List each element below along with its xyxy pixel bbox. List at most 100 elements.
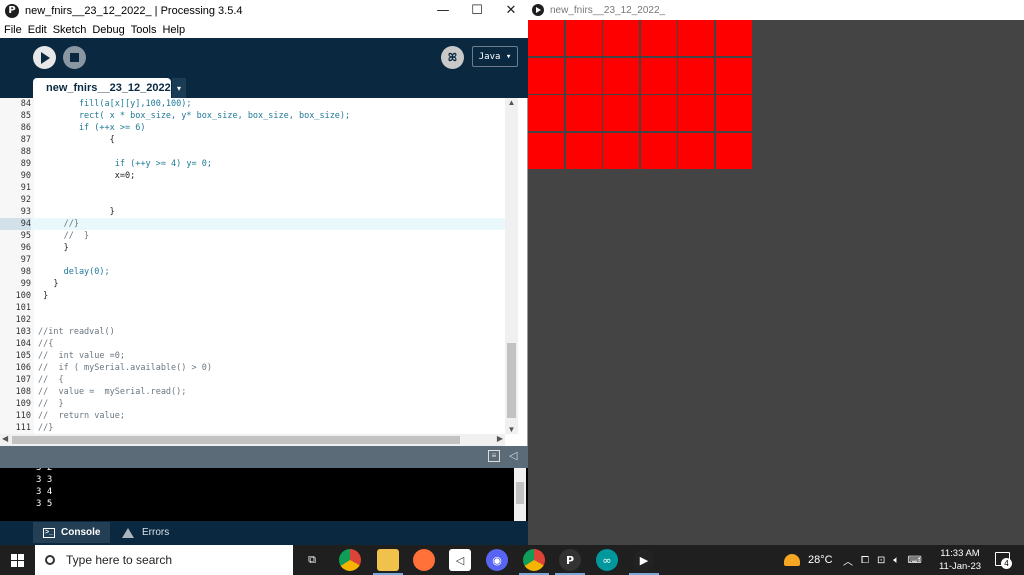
code-line[interactable]: 96 } [0, 242, 505, 254]
editor-vertical-scrollbar[interactable]: ▲ ▼ [505, 98, 518, 434]
code-line[interactable]: 87 { [0, 134, 505, 146]
clear-console-icon[interactable]: ≡ [488, 450, 500, 462]
chevron-up-icon[interactable]: ︿ [843, 553, 853, 568]
collapse-console-icon[interactable]: ◁ [509, 449, 517, 462]
code-editor[interactable]: 84 fill(a[x][y],100,100); 85 rect( x * bo… [0, 98, 518, 434]
processing-icon[interactable]: P [555, 549, 585, 575]
code-line[interactable]: 98 delay(0); [0, 266, 505, 278]
menu-edit[interactable]: Edit [28, 24, 47, 36]
menu-sketch[interactable]: Sketch [53, 24, 87, 36]
mode-select[interactable]: Java ▾ [472, 46, 518, 67]
code-line[interactable]: 86 if (++x >= 6) [0, 122, 505, 134]
line-text: // return value; [38, 411, 125, 421]
grid-cell [603, 20, 639, 56]
code-line[interactable]: 99 } [0, 278, 505, 290]
code-line[interactable]: 108 // value = mySerial.read(); [0, 386, 505, 398]
code-line[interactable]: 100 } [0, 290, 505, 302]
maximize-button[interactable]: ☐ [460, 0, 494, 21]
code-line[interactable]: 84 fill(a[x][y],100,100); [0, 98, 505, 110]
line-number: 96 [20, 243, 31, 253]
line-number: 107 [15, 375, 31, 385]
tab-menu-button[interactable]: ▾ [172, 78, 186, 98]
code-line[interactable]: 97 [0, 254, 505, 266]
code-line[interactable]: 109 // } [0, 398, 505, 410]
line-number: 109 [15, 399, 31, 409]
code-line[interactable]: 88 [0, 146, 505, 158]
task-view-icon[interactable]: ⧉ [301, 549, 323, 571]
scroll-thumb-horizontal[interactable] [12, 436, 460, 444]
code-line[interactable]: 105 // int value =0; [0, 350, 505, 362]
code-line[interactable]: 89 if (++y >= 4) y= 0; [0, 158, 505, 170]
code-line[interactable]: 102 [0, 314, 505, 326]
menu-help[interactable]: Help [162, 24, 185, 36]
close-button[interactable]: ✕ [494, 0, 528, 21]
console-scroll-thumb[interactable] [516, 482, 524, 504]
scroll-down-icon[interactable]: ▼ [505, 425, 518, 434]
sketch-titlebar[interactable]: new_fnirs__23_12_2022_ [528, 0, 1024, 20]
code-line[interactable]: 85 rect( x * box_size, y* box_size, box_… [0, 110, 505, 122]
editor-horizontal-scrollbar[interactable]: ◀ ▶ [0, 434, 505, 446]
start-button[interactable] [0, 545, 35, 575]
line-number: 101 [15, 303, 31, 313]
chrome-icon[interactable] [339, 549, 361, 571]
scroll-thumb[interactable] [507, 343, 516, 418]
ide-titlebar[interactable]: P new_fnirs__23_12_2022_ | Processing 3.… [0, 0, 528, 21]
run-button[interactable] [33, 46, 56, 69]
line-number: 90 [20, 171, 31, 181]
scroll-right-icon[interactable]: ▶ [497, 434, 503, 443]
console-line: 3 3 [36, 475, 53, 485]
keyboard-icon[interactable]: ⌨ [907, 555, 921, 566]
grid-cell [678, 95, 714, 131]
file-explorer-icon[interactable] [373, 549, 403, 575]
console-scrollbar[interactable] [514, 468, 526, 521]
taskbar-clock[interactable]: 11:33 AM 11-Jan-23 [932, 547, 988, 573]
firefox-icon[interactable] [413, 549, 435, 571]
visual-studio-icon[interactable]: ◁ [449, 549, 471, 571]
code-line[interactable]: 94 //} [0, 218, 505, 230]
tab-errors[interactable]: Errors [118, 522, 188, 543]
ide-toolbar: ꕤ Java ▾ [0, 38, 528, 78]
code-line[interactable]: 106 // if ( mySerial.available() > 0) [0, 362, 505, 374]
taskbar-search[interactable]: Type here to search [35, 545, 293, 575]
arduino-icon[interactable]: ∞ [596, 549, 618, 571]
menu-file[interactable]: File [4, 24, 22, 36]
code-line[interactable]: 91 [0, 182, 505, 194]
onedrive-icon[interactable]: ⧠ [861, 555, 869, 566]
minimize-button[interactable]: — [426, 0, 460, 21]
search-placeholder: Type here to search [66, 553, 173, 567]
scroll-left-icon[interactable]: ◀ [2, 434, 8, 443]
code-line[interactable]: 107 // { [0, 374, 505, 386]
code-line[interactable]: 95 // } [0, 230, 505, 242]
scroll-up-icon[interactable]: ▲ [505, 98, 518, 107]
code-line[interactable]: 92 [0, 194, 505, 206]
volume-icon[interactable]: 🔈︎ [893, 555, 899, 566]
tab-console[interactable]: >_ Console [33, 522, 110, 543]
chrome-profile-icon[interactable] [519, 549, 549, 575]
discord-icon[interactable]: ◉ [486, 549, 508, 571]
line-text: // { [38, 375, 64, 385]
code-line[interactable]: 110 // return value; [0, 410, 505, 422]
menu-tools[interactable]: Tools [131, 24, 157, 36]
grid-cell [715, 20, 752, 56]
line-number: 103 [15, 327, 31, 337]
line-number: 106 [15, 363, 31, 373]
network-icon[interactable]: ⊡ [877, 555, 885, 566]
warning-icon [122, 527, 134, 538]
code-line[interactable]: 90 x=0; [0, 170, 505, 182]
code-line[interactable]: 111 //} [0, 422, 505, 434]
code-line[interactable]: 101 [0, 302, 505, 314]
notification-center-button[interactable]: 4 [995, 552, 1012, 569]
code-line[interactable]: 103 //int readval() [0, 326, 505, 338]
line-text: if (++y >= 4) y= 0; [38, 159, 212, 169]
weather-widget[interactable]: 28°C [784, 545, 833, 575]
code-line[interactable]: 104 //{ [0, 338, 505, 350]
weather-temp: 28°C [808, 554, 833, 566]
debug-button[interactable]: ꕤ [441, 46, 464, 69]
stop-button[interactable] [63, 46, 86, 69]
code-line[interactable]: 93 } [0, 206, 505, 218]
processing-sketch-taskbar-icon[interactable]: ▶ [629, 549, 659, 575]
grid-cell [640, 57, 677, 94]
sketch-tab[interactable]: new_fnirs__23_12_2022_ [33, 78, 177, 98]
menu-debug[interactable]: Debug [92, 24, 124, 36]
sketch-title: new_fnirs__23_12_2022_ [550, 4, 666, 16]
